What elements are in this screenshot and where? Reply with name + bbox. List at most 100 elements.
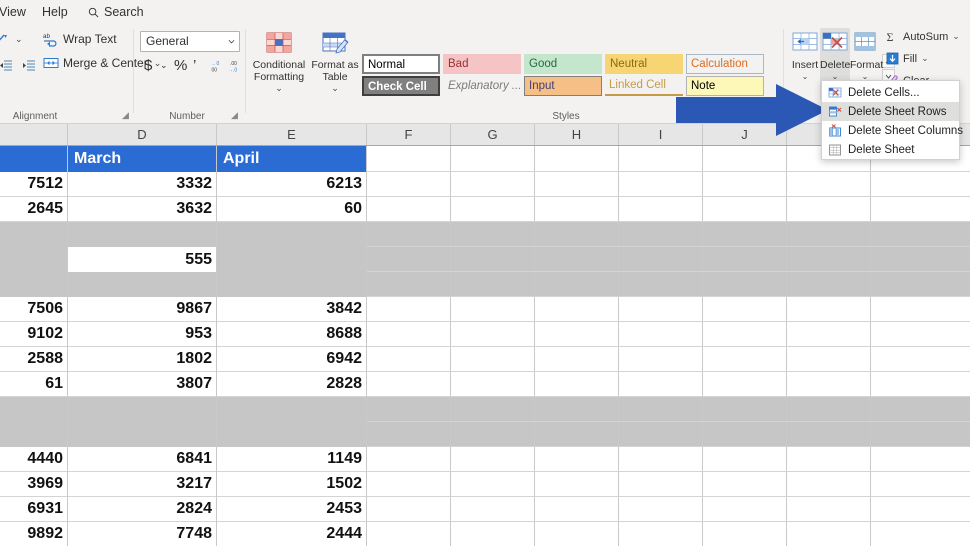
menu-item-delete-sheet[interactable]: Delete Sheet	[822, 140, 959, 159]
cell-value[interactable]: 6942	[217, 347, 367, 371]
column-header-C[interactable]	[0, 124, 68, 145]
cell-value[interactable]	[217, 422, 367, 447]
cell-value[interactable]	[0, 422, 68, 447]
cell-value[interactable]	[68, 222, 217, 247]
cell-value[interactable]	[68, 422, 217, 447]
column-header-G[interactable]: G	[451, 124, 535, 145]
conditional-formatting-button[interactable]: Conditional Formatting ⌄	[252, 31, 306, 95]
conditional-formatting-chevron-down-icon[interactable]: ⌄	[275, 83, 283, 93]
percent-button[interactable]: %	[174, 57, 187, 74]
number-format-select[interactable]: General	[140, 31, 240, 52]
increase-indent-button[interactable]	[19, 56, 40, 75]
cell-value[interactable]	[68, 272, 217, 297]
fill-button[interactable]: Fill ⌄	[886, 52, 929, 65]
table-row[interactable]: 2588 1802 6942	[0, 347, 970, 372]
style-explanatory-text[interactable]: Explanatory ...	[443, 76, 521, 96]
menu-tab-help[interactable]: Help	[37, 3, 73, 22]
wrap-text-button[interactable]: ab Wrap Text	[40, 29, 120, 49]
cell-value[interactable]	[217, 222, 367, 247]
cell-value[interactable]	[0, 272, 68, 297]
table-row[interactable]: 9892 7748 2444	[0, 522, 970, 546]
decrease-decimal-button[interactable]: .00 →.0	[226, 59, 241, 77]
cell-value[interactable]: 953	[68, 322, 217, 346]
orientation-button[interactable]: a ⌄	[0, 29, 26, 49]
cell-value[interactable]: 60	[217, 197, 367, 221]
cell-value[interactable]: 2453	[217, 497, 367, 521]
comma-style-button[interactable]: ’	[193, 57, 196, 74]
menu-item-delete-cells[interactable]: Delete Cells...	[822, 83, 959, 102]
cell-value[interactable]: 3217	[68, 472, 217, 496]
table-row[interactable]: 7512 3332 6213	[0, 172, 970, 197]
fill-chevron-down-icon[interactable]: ⌄	[921, 53, 929, 64]
cell-value[interactable]: 7748	[68, 522, 217, 546]
autosum-button[interactable]: Σ AutoSum ⌄	[886, 30, 960, 43]
increase-decimal-button[interactable]: ←0 00	[208, 59, 223, 77]
table-row[interactable]: 7506 9867 3842	[0, 297, 970, 322]
cell-value[interactable]: 8688	[217, 322, 367, 346]
cell-value[interactable]	[217, 247, 367, 272]
cell-value[interactable]: 2444	[217, 522, 367, 546]
cell-value[interactable]	[217, 272, 367, 297]
menu-tab-view[interactable]: View	[0, 3, 31, 22]
cell-value[interactable]: 1149	[217, 447, 367, 471]
cell-value[interactable]	[0, 397, 68, 422]
style-normal[interactable]: Normal	[362, 54, 440, 74]
column-header-E[interactable]: E	[217, 124, 367, 145]
column-header-H[interactable]: H	[535, 124, 619, 145]
cell-value[interactable]: 61	[0, 372, 68, 396]
align-left-button[interactable]	[0, 56, 17, 75]
cell-value[interactable]: 9102	[0, 322, 68, 346]
cell-value[interactable]: 4440	[0, 447, 68, 471]
table-row-selected[interactable]	[0, 422, 970, 447]
table-row-selected[interactable]	[0, 222, 970, 247]
cell-value[interactable]: 3807	[68, 372, 217, 396]
cell-value[interactable]	[0, 247, 68, 272]
table-row[interactable]: 2645 3632 60	[0, 197, 970, 222]
spreadsheet[interactable]: D E F G H I J March April 7512 3332 6213…	[0, 124, 970, 546]
cell-value[interactable]: 3969	[0, 472, 68, 496]
cell-value[interactable]: 6931	[0, 497, 68, 521]
style-neutral[interactable]: Neutral	[605, 54, 683, 74]
cell-value[interactable]: 6213	[217, 172, 367, 196]
cell-value[interactable]: 3332	[68, 172, 217, 196]
cell-header-D[interactable]: March	[68, 146, 217, 172]
cell-value[interactable]: 7512	[0, 172, 68, 196]
style-bad[interactable]: Bad	[443, 54, 521, 74]
cell-value-555[interactable]: 555	[68, 247, 217, 272]
cell-header-E[interactable]: April	[217, 146, 367, 172]
number-dialog-launcher[interactable]: ◢	[231, 110, 238, 121]
table-row-selected[interactable]	[0, 272, 970, 297]
cell-value[interactable]: 9867	[68, 297, 217, 321]
cell-value[interactable]: 2588	[0, 347, 68, 371]
table-row[interactable]: 61 3807 2828	[0, 372, 970, 397]
table-row-selected[interactable]: 555	[0, 247, 970, 272]
cell-value[interactable]: 2824	[68, 497, 217, 521]
style-check-cell[interactable]: Check Cell	[362, 76, 440, 96]
insert-chevron-down-icon[interactable]: ⌄	[790, 72, 820, 81]
table-row[interactable]: 3969 3217 1502	[0, 472, 970, 497]
cell-header-C[interactable]	[0, 146, 68, 172]
menu-item-delete-sheet-columns[interactable]: Delete Sheet Columns	[822, 121, 959, 140]
cell-value[interactable]: 1502	[217, 472, 367, 496]
column-header-D[interactable]: D	[68, 124, 217, 145]
cell-value[interactable]: 2828	[217, 372, 367, 396]
cell-value[interactable]	[0, 222, 68, 247]
format-as-table-button[interactable]: Format as Table ⌄	[308, 31, 362, 95]
table-row[interactable]: 4440 6841 1149	[0, 447, 970, 472]
delete-dropdown-menu[interactable]: Delete Cells... Delete Sheet Rows Delete…	[821, 80, 960, 160]
table-row[interactable]: 6931 2824 2453	[0, 497, 970, 522]
format-as-table-chevron-down-icon[interactable]: ⌄	[331, 83, 339, 93]
style-good[interactable]: Good	[524, 54, 602, 74]
table-row[interactable]: 9102 953 8688	[0, 322, 970, 347]
autosum-chevron-down-icon[interactable]: ⌄	[952, 31, 960, 42]
search-box[interactable]: Search	[83, 3, 149, 22]
style-input[interactable]: Input	[524, 76, 602, 96]
grid[interactable]: March April 7512 3332 6213 2645 3632 60 …	[0, 146, 970, 546]
cell-value[interactable]: 6841	[68, 447, 217, 471]
cell-value[interactable]: 7506	[0, 297, 68, 321]
cell-value[interactable]: 9892	[0, 522, 68, 546]
cell-value[interactable]	[68, 397, 217, 422]
menu-item-delete-sheet-rows[interactable]: Delete Sheet Rows	[822, 102, 959, 121]
cell-value[interactable]: 3842	[217, 297, 367, 321]
currency-button[interactable]: $	[144, 57, 152, 74]
